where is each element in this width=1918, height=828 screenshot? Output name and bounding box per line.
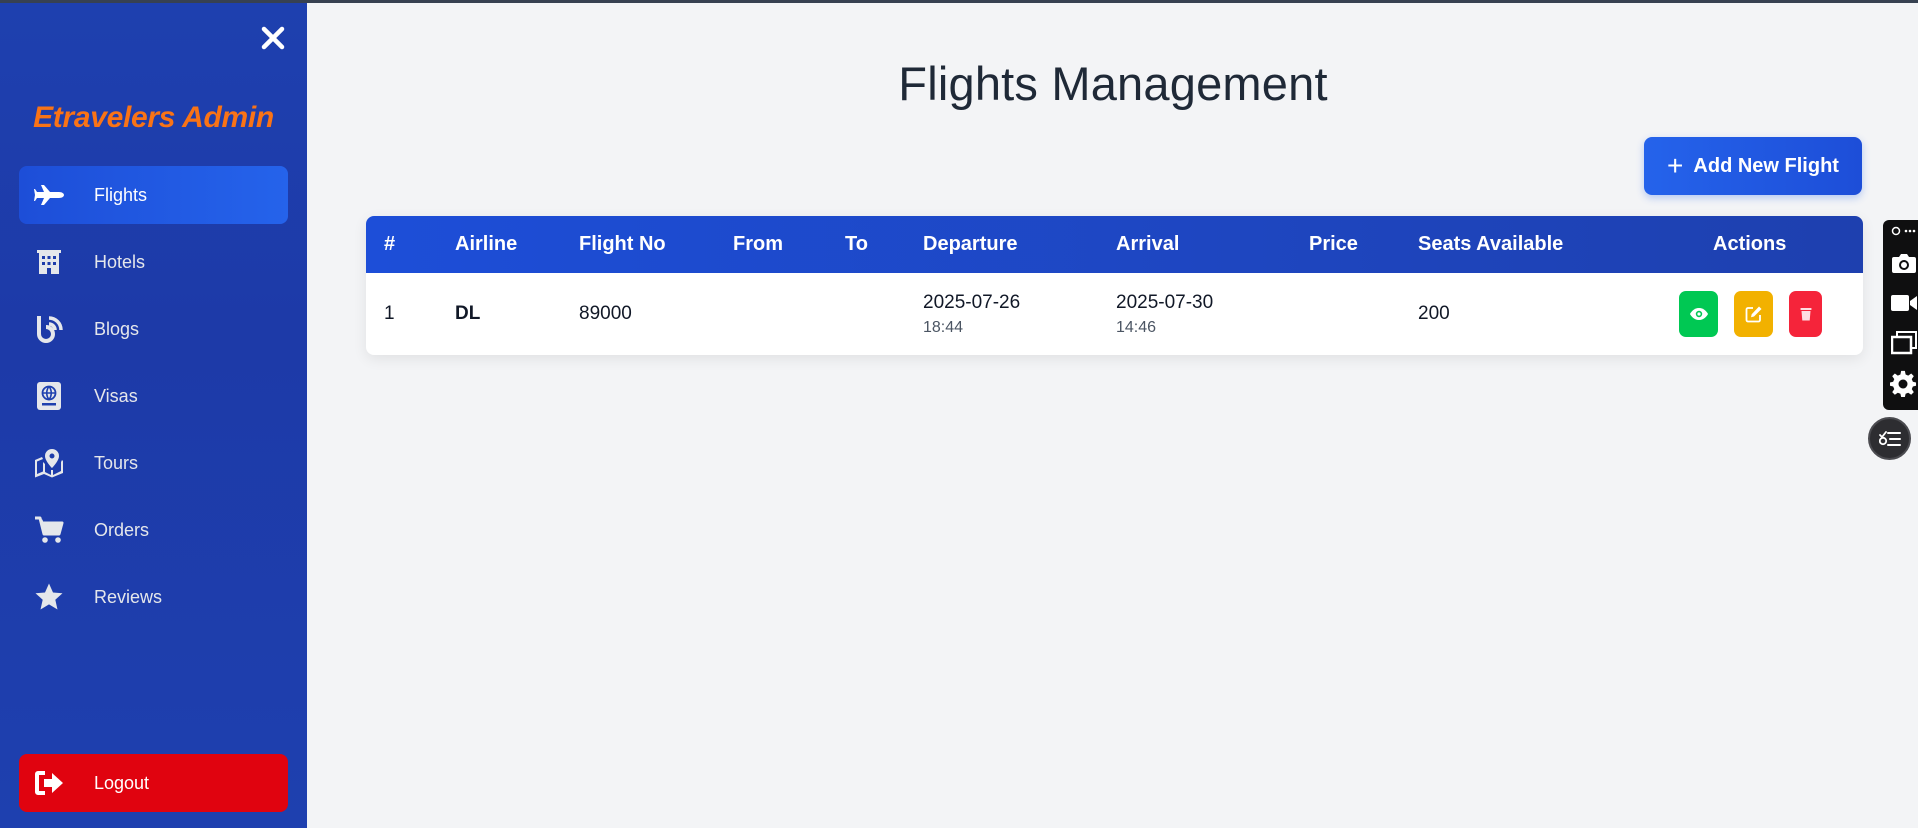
sidebar-item-tours[interactable]: Tours bbox=[19, 434, 288, 492]
passport-icon bbox=[33, 380, 65, 412]
column-header-from: From bbox=[733, 233, 783, 255]
logout-button[interactable]: Logout bbox=[19, 754, 288, 812]
departure-date: 2025-07-26 bbox=[923, 291, 1021, 313]
page-title: Flights Management bbox=[898, 57, 1328, 110]
cell-index: 1 bbox=[384, 303, 395, 324]
cell-seats: 200 bbox=[1418, 303, 1450, 324]
column-header-airline: Airline bbox=[455, 233, 518, 255]
sidebar-item-reviews[interactable]: Reviews bbox=[19, 568, 288, 626]
sidebar-item-flights[interactable]: Flights bbox=[19, 166, 288, 224]
close-icon bbox=[261, 26, 285, 50]
star-icon bbox=[33, 581, 65, 613]
table-row: 1 DL 89000 2025-07-26 18:44 2025-07-30 1… bbox=[366, 273, 1863, 355]
sidebar-item-label: Reviews bbox=[94, 586, 163, 607]
sidebar-item-visas[interactable]: Visas bbox=[19, 367, 288, 425]
capture-toolbar bbox=[1883, 220, 1918, 410]
sidebar-item-label: Blogs bbox=[94, 318, 140, 339]
column-header-price: Price bbox=[1309, 233, 1358, 255]
column-header-actions: Actions bbox=[1713, 233, 1787, 255]
video-camera-icon bbox=[1890, 295, 1917, 311]
floating-action-button[interactable] bbox=[1868, 417, 1911, 460]
column-header-seats: Seats Available bbox=[1418, 233, 1564, 255]
settings-button[interactable] bbox=[1889, 368, 1918, 400]
arrival-date: 2025-07-30 bbox=[1116, 291, 1214, 313]
flights-table: # Airline Flight No From To Departure Ar… bbox=[366, 216, 1863, 355]
plane-icon bbox=[33, 179, 65, 211]
task-list-icon bbox=[1878, 430, 1901, 446]
sidebar-item-hotels[interactable]: Hotels bbox=[19, 233, 288, 291]
record-video-button[interactable] bbox=[1889, 288, 1918, 318]
cell-flight-no: 89000 bbox=[579, 303, 632, 324]
logout-label: Logout bbox=[94, 772, 150, 793]
building-icon bbox=[33, 246, 65, 278]
camera-icon bbox=[1891, 254, 1916, 273]
column-header-departure: Departure bbox=[923, 233, 1018, 255]
screenshot-button[interactable] bbox=[1889, 248, 1918, 278]
column-header-index: # bbox=[384, 233, 396, 255]
table-header: # Airline Flight No From To Departure Ar… bbox=[366, 216, 1863, 273]
trash-icon bbox=[1800, 308, 1811, 321]
column-header-arrival: Arrival bbox=[1116, 233, 1180, 255]
edit-icon bbox=[1745, 306, 1761, 323]
eye-icon bbox=[1689, 308, 1708, 320]
delete-button[interactable] bbox=[1789, 291, 1822, 337]
windows-icon bbox=[1890, 331, 1917, 355]
add-flight-label: Add New Flight bbox=[1693, 154, 1839, 177]
brand-title: Etravelers Admin bbox=[33, 101, 274, 134]
cell-actions bbox=[1679, 273, 1822, 355]
sidebar-item-orders[interactable]: Orders bbox=[19, 501, 288, 559]
cell-arrival: 2025-07-30 14:46 bbox=[1116, 273, 1213, 355]
sidebar-item-label: Visas bbox=[94, 385, 138, 406]
column-header-to: To bbox=[845, 233, 868, 255]
logout-icon bbox=[33, 767, 65, 799]
add-flight-button[interactable]: + Add New Flight bbox=[1644, 137, 1862, 195]
cell-departure: 2025-07-26 18:44 bbox=[923, 273, 1020, 355]
cell-airline: DL bbox=[455, 303, 481, 324]
sidebar-item-blogs[interactable]: Blogs bbox=[19, 300, 288, 358]
sidebar-item-label: Flights bbox=[94, 184, 148, 205]
map-icon bbox=[33, 447, 65, 479]
sidebar-item-label: Orders bbox=[94, 519, 150, 540]
sidebar-nav: Flights Hotels Blogs Visas Tours Orders … bbox=[19, 166, 288, 635]
sidebar: Etravelers Admin Flights Hotels Blogs Vi… bbox=[0, 3, 307, 828]
link-more-icon bbox=[1891, 226, 1915, 236]
departure-time: 18:44 bbox=[923, 318, 964, 336]
arrival-time: 14:46 bbox=[1116, 318, 1157, 336]
view-button[interactable] bbox=[1679, 291, 1718, 337]
plus-icon: + bbox=[1667, 150, 1684, 181]
window-capture-button[interactable] bbox=[1889, 328, 1918, 358]
sidebar-item-label: Hotels bbox=[94, 251, 146, 272]
column-header-flight-no: Flight No bbox=[579, 233, 666, 255]
cart-icon bbox=[33, 514, 65, 546]
edit-button[interactable] bbox=[1734, 291, 1773, 337]
toolbar-menu-button[interactable] bbox=[1889, 223, 1918, 239]
sidebar-item-label: Tours bbox=[94, 452, 139, 473]
blog-icon bbox=[33, 313, 65, 345]
gear-icon bbox=[1889, 370, 1916, 397]
close-sidebar-button[interactable] bbox=[258, 23, 288, 53]
